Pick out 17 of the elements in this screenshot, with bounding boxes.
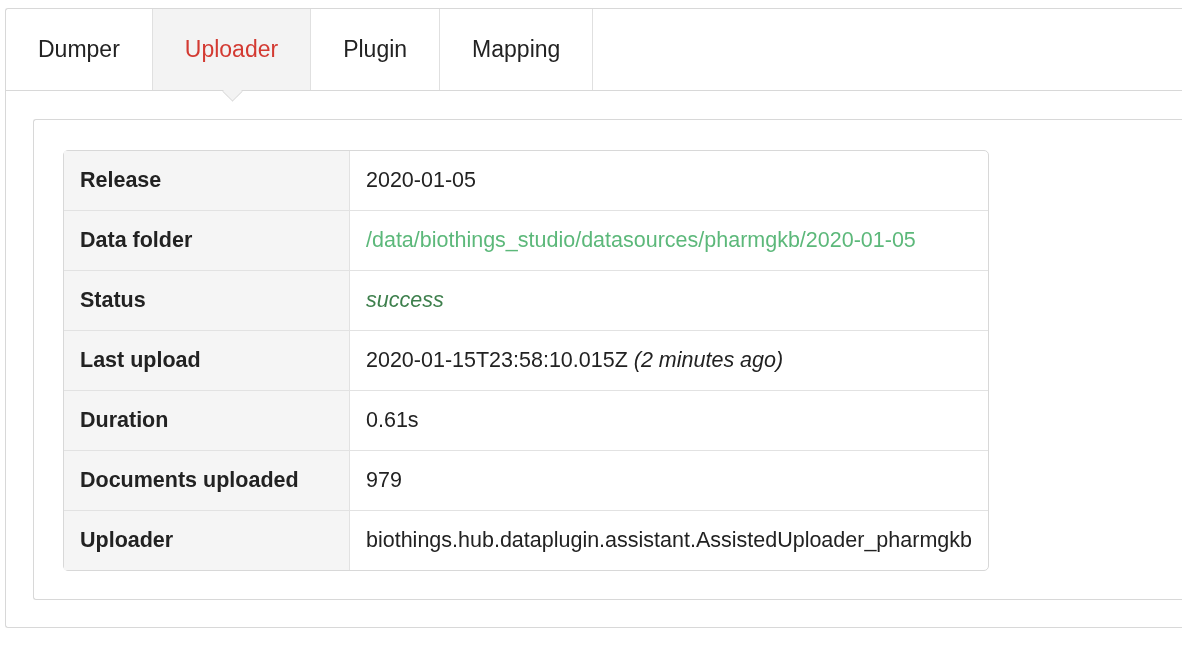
value-cell: 979 [350, 450, 988, 510]
value-cell: 2020-01-15T23:58:10.015Z (2 minutes ago) [350, 330, 988, 390]
status-value: success [350, 270, 988, 330]
label-cell: Duration [64, 390, 350, 450]
tab[interactable]: Mapping [440, 9, 594, 90]
tab[interactable]: Dumper [6, 9, 153, 90]
tab[interactable]: Plugin [311, 9, 441, 90]
label-cell: Status [64, 270, 350, 330]
tab[interactable]: Uploader [152, 9, 312, 90]
value-cell-text: 2020-01-05 [365, 167, 477, 194]
label-cell: Data folder [64, 210, 350, 270]
value-cell: 0.61s [350, 390, 988, 450]
value-cell: biothings.hub.dataplugin.assistant.AssistedUploader_pharmgkb [350, 510, 988, 570]
label-cell: Uploader [64, 510, 350, 570]
label-cell: Last upload [64, 330, 350, 390]
label-cell: Release [64, 151, 350, 210]
label-cell: Documents uploaded [64, 450, 350, 510]
